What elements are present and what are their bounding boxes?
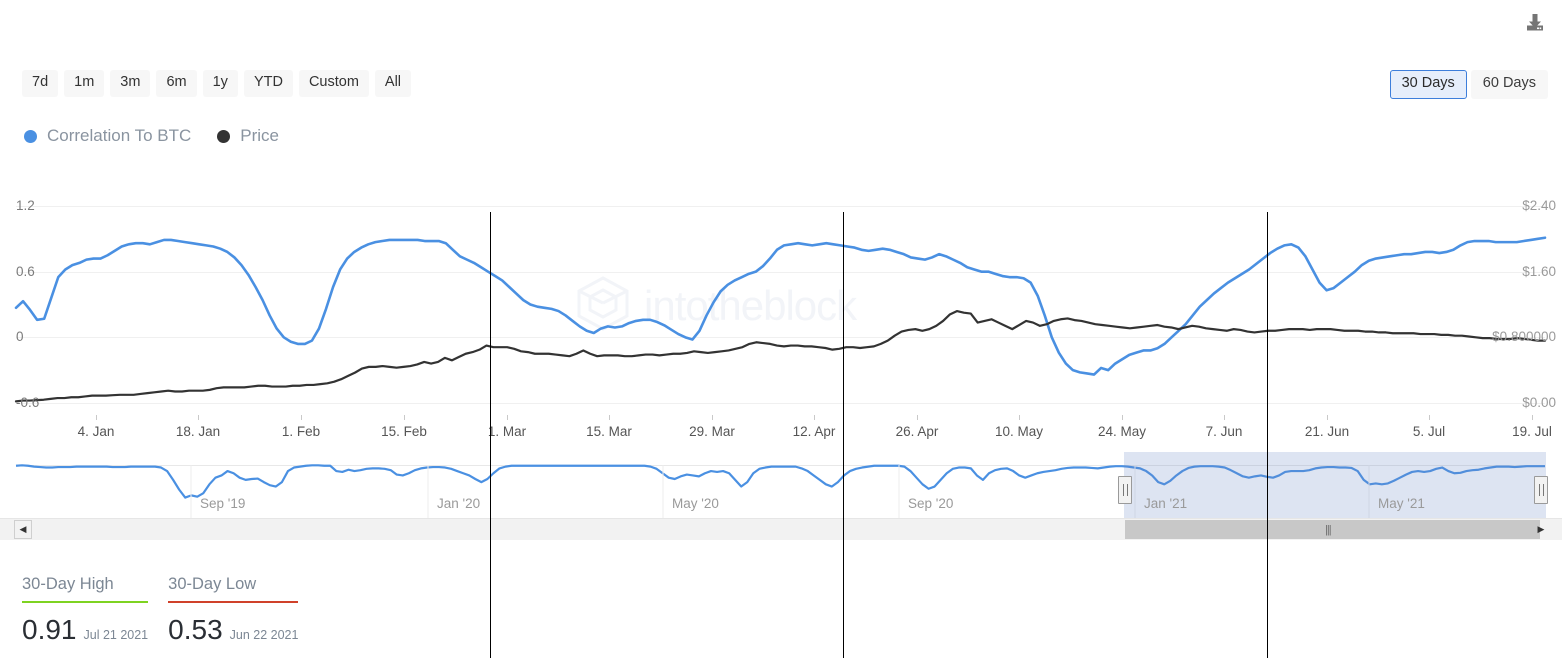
x-axis-tick-label: 12. Apr [792,424,836,439]
stat-title-high: 30-Day High [22,575,114,593]
navigator-tick-label: May '20 [672,496,719,511]
x-axis: 4. Jan 18. Jan 1. Feb 15. Feb 1. Mar 15. Mar 2… [0,415,1562,446]
range-button-1y[interactable]: 1y [202,70,238,97]
x-axis-tick-mark [96,415,97,420]
handle-grip-icon [1122,484,1128,496]
stats-row: 30-Day High 0.91 Jul 21 2021 30-Day Low … [22,575,299,646]
y-axis-left-tick: -0.6 [16,395,40,410]
series-line-price [14,309,1547,403]
x-axis-tick-mark [609,415,610,420]
x-axis-tick-mark [1019,415,1020,420]
days-button-60[interactable]: 60 Days [1470,70,1548,99]
stat-date-high: Jul 21 2021 [83,628,149,642]
navigator-handle-left[interactable] [1118,476,1132,504]
y-axis-left-tick: 0.6 [16,264,35,279]
x-axis-tick-mark [1532,415,1533,420]
scroll-right-arrow-icon[interactable]: ▶ [1532,520,1550,539]
download-icon [1524,12,1546,34]
days-window-toggle: 30 Days 60 Days [1389,70,1548,99]
x-axis-tick-label: 1. Mar [487,424,527,439]
stat-date-low: Jun 22 2021 [229,628,299,642]
scroll-left-arrow-icon[interactable]: ◀ [14,520,32,539]
x-axis-tick-label: 1. Feb [281,424,321,439]
download-button[interactable] [1520,8,1550,38]
x-axis-tick-label: 24. May [1097,424,1147,439]
x-axis-tick-mark [1224,415,1225,420]
x-axis-tick-mark [917,415,918,420]
chart-plot [14,206,1547,404]
x-axis-tick-label: 19. Jul [1512,424,1552,439]
days-button-30[interactable]: 30 Days [1389,70,1467,99]
navigator-tick-label: May '21 [1378,496,1425,511]
x-axis-tick-label: 15. Feb [381,424,427,439]
range-button-ytd[interactable]: YTD [243,70,293,97]
stat-30-day-high: 30-Day High 0.91 Jul 21 2021 [22,575,149,646]
crosshair-line-3 [1267,212,1268,658]
stat-title-low: 30-Day Low [168,575,257,593]
chart-legend: Correlation To BTC Price [24,126,279,146]
legend-label-correlation: Correlation To BTC [47,126,192,145]
range-button-3m[interactable]: 3m [110,70,151,97]
x-axis-tick-label: 15. Mar [586,424,632,439]
stat-value-low: 0.53 [168,614,223,645]
stat-value-high: 0.91 [22,614,77,645]
legend-dot-icon-correlation [24,129,37,143]
legend-item-correlation[interactable]: Correlation To BTC [24,126,191,146]
x-axis-tick-label: 10. May [994,424,1044,439]
range-button-1m[interactable]: 1m [64,70,105,97]
x-axis-tick-mark [1429,415,1430,420]
navigator-tick-label: Sep '19 [200,496,246,511]
x-axis-tick-label: 26. Apr [895,424,939,439]
scrollbar-grip-icon: ||| [1325,523,1332,536]
x-axis-tick-label: 5. Jul [1412,424,1446,439]
x-axis-tick-label: 4. Jan [77,424,115,439]
range-button-all[interactable]: All [374,70,412,97]
series-line-correlation [14,236,1547,376]
x-axis-tick-mark [404,415,405,420]
x-axis-tick-mark [712,415,713,420]
scrollbar-thumb[interactable]: ||| [1125,520,1540,539]
navigator-tick-label: Sep '20 [908,496,954,511]
range-selector: 7d 1m 3m 6m 1y YTD Custom All [22,70,412,97]
crosshair-line-2 [843,212,844,658]
y-axis-right-tick: $1.60 [1522,264,1556,279]
x-axis-tick-mark [1122,415,1123,420]
x-axis-tick-label: 21. Jun [1304,424,1350,439]
x-axis-tick-mark [198,415,199,420]
x-axis-tick-label: 29. Mar [689,424,735,439]
range-button-custom[interactable]: Custom [298,70,369,97]
y-axis-right-tick: $0.800000 [1492,329,1556,344]
crosshair-line-1 [490,212,491,658]
x-axis-tick-label: 7. Jun [1205,424,1243,439]
x-axis-tick-mark [1327,415,1328,420]
navigator-tick-label: Jan '21 [1144,496,1188,511]
navigator-selection-mask[interactable] [1124,452,1546,518]
y-axis-left-tick: 0 [16,329,24,344]
handle-grip-icon [1538,484,1544,496]
navigator[interactable]: Sep '19 Jan '20 May '20 Sep '20 Jan '21 May '… [0,452,1562,518]
navigator-handle-right[interactable] [1534,476,1548,504]
x-axis-tick-mark [507,415,508,420]
legend-label-price: Price [240,126,279,145]
range-button-7d[interactable]: 7d [22,70,59,97]
stat-30-day-low: 30-Day Low 0.53 Jun 22 2021 [168,575,299,646]
legend-item-price[interactable]: Price [217,126,279,146]
y-axis-left-tick: 1.2 [16,198,35,213]
y-axis-right-tick: $0.00 [1522,395,1556,410]
legend-dot-icon-price [217,129,231,143]
main-chart[interactable] [0,190,1562,420]
x-axis-tick-mark [814,415,815,420]
range-button-6m[interactable]: 6m [156,70,197,97]
x-axis-tick-label: 18. Jan [175,424,221,439]
navigator-scrollbar[interactable]: ◀ ||| ▶ [0,518,1562,540]
x-axis-tick-mark [301,415,302,420]
y-axis-right-tick: $2.40 [1522,198,1556,213]
navigator-tick-label: Jan '20 [437,496,481,511]
